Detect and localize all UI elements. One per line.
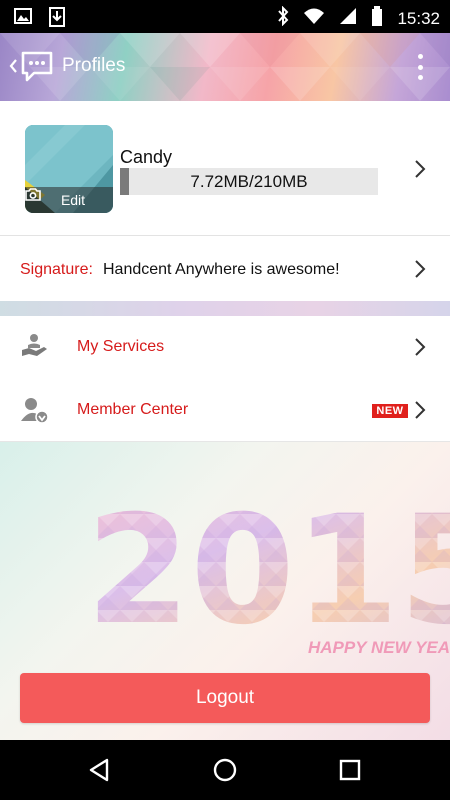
signal-icon [339, 7, 357, 30]
chevron-right-icon [415, 401, 426, 419]
new-badge: NEW [372, 404, 408, 418]
chevron-right-icon [415, 260, 426, 278]
menu-item-label: Member Center [77, 401, 189, 418]
section-divider [0, 301, 450, 316]
profile-name: Candy [120, 147, 173, 167]
avatar-edit-button[interactable]: Edit [25, 187, 113, 213]
chat-bubble-icon [20, 49, 54, 88]
avatar-edit-label: Edit [60, 192, 86, 208]
bluetooth-icon [277, 5, 289, 31]
app-header: Profiles [0, 33, 450, 101]
chevron-right-icon [415, 338, 426, 356]
status-time: 15:32 [397, 8, 440, 28]
chevron-right-icon [415, 160, 426, 178]
back-triangle-icon[interactable] [87, 757, 113, 783]
banner-year-texture: 2015 [86, 484, 450, 658]
overflow-menu-icon[interactable] [410, 51, 430, 83]
banner-tagline: HAPPY NEW YEAR [308, 638, 450, 657]
avatar[interactable]: Edit [25, 125, 113, 213]
status-bar: 15:32 [0, 0, 450, 33]
home-circle-icon[interactable] [212, 757, 238, 783]
menu-item-my-services[interactable]: My Services [0, 316, 450, 379]
recents-square-icon[interactable] [337, 757, 363, 783]
image-icon [14, 7, 32, 32]
signature-label: Signature: [20, 261, 93, 278]
signature-row[interactable]: Signature: Handcent Anywhere is awesome! [0, 237, 450, 301]
wifi-icon [303, 7, 325, 30]
storage-text: 7.72MB/210MB [190, 172, 308, 191]
storage-bar: 7.72MB/210MB [120, 168, 378, 195]
navigation-bar [0, 740, 450, 800]
back-button[interactable] [8, 49, 54, 88]
battery-icon [371, 6, 383, 31]
menu-item-label: My Services [77, 338, 165, 355]
services-icon [22, 334, 47, 356]
signature-text: Handcent Anywhere is awesome! [103, 261, 340, 278]
menu-list: My Services Member Center NEW [0, 316, 450, 442]
page-title: Profiles [62, 55, 126, 76]
download-icon [48, 7, 66, 32]
profile-card[interactable]: Edit Candy 7.72MB/210MB [0, 101, 450, 236]
chevron-left-icon [8, 58, 18, 79]
member-icon [21, 398, 49, 424]
logout-button[interactable]: Logout [20, 673, 430, 723]
